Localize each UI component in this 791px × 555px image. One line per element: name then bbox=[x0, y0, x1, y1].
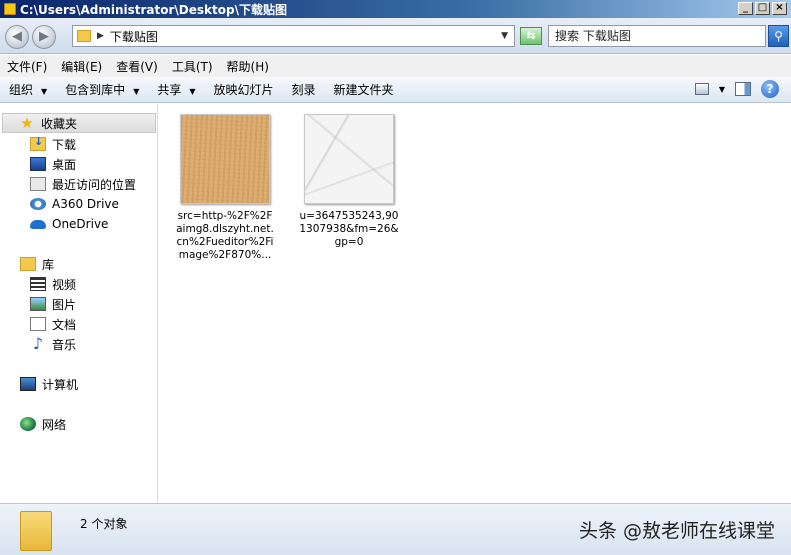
view-dropdown-icon[interactable]: ▼ bbox=[719, 85, 725, 94]
marble-texture-thumbnail[interactable] bbox=[304, 114, 394, 204]
library-icon bbox=[20, 257, 36, 271]
music-note-icon: ♪ bbox=[32, 334, 44, 353]
documents-icon bbox=[30, 317, 46, 331]
nav-label: 库 bbox=[42, 257, 55, 272]
new-folder-button[interactable]: 新建文件夹 bbox=[325, 81, 403, 98]
breadcrumb-arrow-icon[interactable]: ▶ bbox=[97, 31, 104, 41]
search-input[interactable]: 搜索 下载贴图 bbox=[548, 25, 766, 47]
chevron-down-icon: ▼ bbox=[41, 87, 48, 96]
include-in-library-label: 包含到库中 bbox=[65, 83, 126, 97]
menu-view[interactable]: 查看(V) bbox=[109, 58, 165, 75]
folder-icon bbox=[4, 3, 16, 15]
nav-onedrive[interactable]: OneDrive bbox=[30, 214, 108, 234]
nav-label: 网络 bbox=[42, 417, 67, 432]
minimize-button[interactable]: _ bbox=[738, 2, 753, 15]
pictures-icon bbox=[30, 297, 46, 311]
recent-places-icon bbox=[30, 177, 46, 191]
nav-label: 桌面 bbox=[52, 157, 77, 172]
change-view-icon[interactable] bbox=[694, 83, 709, 95]
nav-label: 音乐 bbox=[52, 337, 77, 352]
file-name: u=3647535243,901307938&fm=26&gp=0 bbox=[299, 210, 399, 248]
menu-help[interactable]: 帮助(H) bbox=[220, 58, 276, 75]
help-icon[interactable]: ? bbox=[761, 80, 779, 98]
item-count: 2 个对象 bbox=[80, 517, 128, 531]
back-button[interactable]: ◀ bbox=[5, 25, 29, 49]
nav-label: 文档 bbox=[52, 317, 77, 332]
nav-libraries[interactable]: 库 bbox=[20, 254, 54, 274]
nav-label: 收藏夹 bbox=[41, 116, 78, 131]
chevron-down-icon: ▼ bbox=[189, 87, 196, 96]
file-list-area[interactable]: src=http-%2F%2Faimg8.dlszyht.net.cn%2Fue… bbox=[159, 104, 791, 502]
star-icon: ★ bbox=[20, 114, 34, 132]
nav-a360[interactable]: A360 Drive bbox=[30, 194, 119, 214]
nav-computer[interactable]: 计算机 bbox=[20, 374, 78, 394]
watermark-text: 头条 @敖老师在线课堂 bbox=[578, 520, 775, 542]
burn-button[interactable]: 刻录 bbox=[283, 81, 325, 98]
menu-tools[interactable]: 工具(T) bbox=[165, 58, 220, 75]
menu-bar: 文件(F) 编辑(E) 查看(V) 工具(T) 帮助(H) bbox=[0, 55, 791, 77]
chevron-down-icon: ▼ bbox=[133, 87, 140, 96]
address-dropdown-icon[interactable]: ▼ bbox=[501, 31, 508, 41]
desktop-icon bbox=[30, 157, 46, 171]
menu-edit[interactable]: 编辑(E) bbox=[54, 58, 109, 75]
nav-label: 计算机 bbox=[42, 377, 79, 392]
slideshow-button[interactable]: 放映幻灯片 bbox=[205, 81, 283, 98]
close-button[interactable]: × bbox=[772, 2, 787, 15]
command-bar: 组织 ▼ 包含到库中 ▼ 共享 ▼ 放映幻灯片 刻录 新建文件夹 ▼ ? bbox=[0, 77, 791, 103]
search-icon[interactable]: ⚲ bbox=[768, 25, 789, 47]
preview-pane-icon[interactable] bbox=[735, 82, 751, 96]
nav-label: 下载 bbox=[52, 137, 77, 152]
downloads-folder-icon bbox=[30, 135, 46, 151]
nav-videos[interactable]: 视频 bbox=[30, 274, 76, 294]
nav-desktop[interactable]: 桌面 bbox=[30, 154, 76, 174]
file-item[interactable]: u=3647535243,901307938&fm=26&gp=0 bbox=[299, 114, 399, 249]
share-label: 共享 bbox=[157, 83, 182, 97]
title-bar[interactable]: C:\Users\Administrator\Desktop\下载贴图 _ □ … bbox=[0, 0, 791, 18]
address-input[interactable]: ▶ 下载贴图 ▼ bbox=[72, 25, 515, 47]
address-bar-area: ◀ ▶ ▶ 下载贴图 ▼ ⇆ 搜索 下载贴图 ⚲ bbox=[0, 18, 791, 54]
nav-label: 视频 bbox=[52, 277, 77, 292]
computer-icon bbox=[20, 377, 36, 391]
a360-drive-icon bbox=[30, 198, 46, 210]
maximize-button[interactable]: □ bbox=[755, 2, 770, 15]
nav-label: 最近访问的位置 bbox=[52, 177, 137, 192]
organize-label: 组织 bbox=[9, 83, 34, 97]
onedrive-cloud-icon bbox=[30, 219, 46, 229]
nav-music[interactable]: ♪ 音乐 bbox=[30, 334, 76, 354]
file-item[interactable]: src=http-%2F%2Faimg8.dlszyht.net.cn%2Fue… bbox=[175, 114, 275, 262]
status-bar: 2 个对象 头条 @敖老师在线课堂 bbox=[0, 503, 791, 555]
share-button[interactable]: 共享 ▼ bbox=[148, 81, 204, 98]
nav-pictures[interactable]: 图片 bbox=[30, 294, 76, 314]
folder-icon bbox=[77, 30, 91, 42]
forward-button[interactable]: ▶ bbox=[32, 25, 56, 49]
nav-label: OneDrive bbox=[52, 217, 109, 231]
include-in-library-button[interactable]: 包含到库中 ▼ bbox=[56, 81, 148, 98]
file-name: src=http-%2F%2Faimg8.dlszyht.net.cn%2Fue… bbox=[176, 210, 274, 261]
navigation-pane: ★ 收藏夹 下载 桌面 最近访问的位置 A360 Drive OneDrive … bbox=[0, 104, 158, 502]
folder-icon bbox=[20, 511, 52, 551]
nav-documents[interactable]: 文档 bbox=[30, 314, 76, 334]
nav-label: A360 Drive bbox=[52, 197, 119, 211]
nav-favorites[interactable]: ★ 收藏夹 bbox=[2, 113, 156, 133]
wood-texture-thumbnail[interactable] bbox=[180, 114, 270, 204]
nav-network[interactable]: 网络 bbox=[20, 414, 66, 434]
window-title: C:\Users\Administrator\Desktop\下载贴图 bbox=[20, 2, 287, 17]
refresh-button[interactable]: ⇆ bbox=[520, 27, 542, 45]
menu-file[interactable]: 文件(F) bbox=[0, 58, 54, 75]
breadcrumb-current[interactable]: 下载贴图 bbox=[110, 28, 501, 45]
nav-downloads[interactable]: 下载 bbox=[30, 134, 76, 154]
network-icon bbox=[20, 417, 36, 431]
nav-label: 图片 bbox=[52, 297, 77, 312]
video-icon bbox=[30, 277, 46, 291]
organize-button[interactable]: 组织 ▼ bbox=[0, 81, 56, 98]
nav-recent[interactable]: 最近访问的位置 bbox=[30, 174, 136, 194]
